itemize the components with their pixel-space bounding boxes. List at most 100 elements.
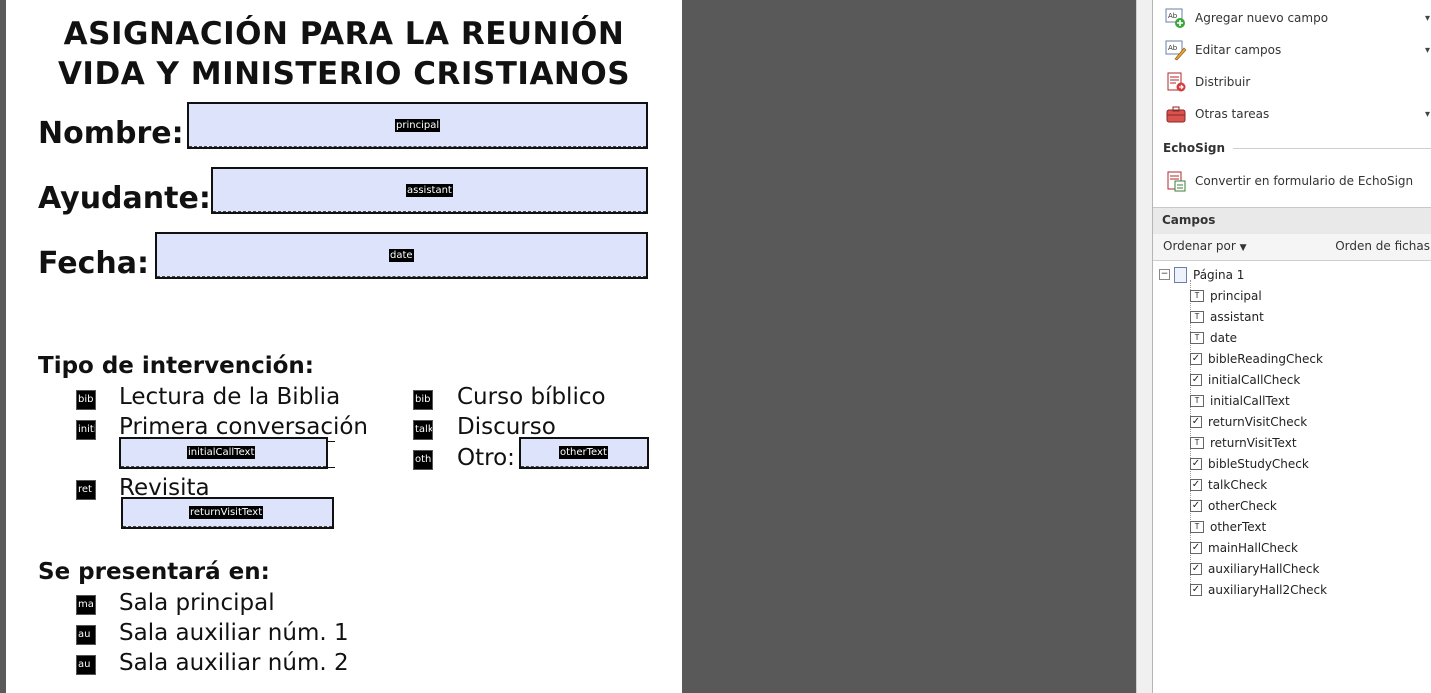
text-field-icon: T (1190, 520, 1204, 533)
bible-reading-option: Lectura de la Biblia (119, 384, 341, 410)
tree-field-label: otherCheck (1208, 498, 1277, 513)
tree-field-initialCallCheck[interactable]: ✓ initialCallCheck (1190, 369, 1300, 390)
add-field-chevron-icon: ▾ (1424, 12, 1430, 24)
return-visit-checkbox[interactable]: ret (76, 480, 96, 500)
campos-header[interactable]: Campos (1153, 207, 1431, 235)
checkbox-field-icon: ✓ (1190, 541, 1202, 554)
tree-field-label: bibleReadingCheck (1208, 351, 1323, 366)
initial-call-text-field[interactable]: initialCallText (119, 437, 328, 469)
other-tasks-task[interactable]: Otras tareas ▾ (1165, 101, 1430, 127)
sort-by-dropdown[interactable]: Ordenar por ▼ (1163, 239, 1247, 253)
tree-field-label: auxiliaryHall2Check (1208, 582, 1328, 597)
date-field-tag: date (389, 249, 414, 262)
tree-field-label: auxiliaryHallCheck (1208, 561, 1320, 576)
tree-field-label: initialCallCheck (1208, 372, 1301, 387)
initial-call-text-underline (119, 467, 335, 468)
return-visit-text-field[interactable]: returnVisitText (121, 497, 334, 529)
checkbox-field-icon: ✓ (1190, 499, 1202, 512)
checkbox-field-icon: ✓ (1190, 457, 1202, 470)
tree-field-talkCheck[interactable]: ✓ talkCheck (1190, 474, 1267, 495)
distribute-icon (1165, 71, 1187, 93)
aux-hall-1-checkbox[interactable]: au (76, 625, 96, 645)
tab-order-button[interactable]: Orden de fichas (1335, 239, 1430, 253)
sort-chevron-down-icon: ▼ (1239, 243, 1247, 253)
principal-field[interactable]: principal (187, 102, 648, 149)
tree-page-node[interactable]: − Página 1 (1159, 264, 1244, 285)
date-field[interactable]: date (155, 232, 648, 279)
bible-reading-checkbox[interactable]: bib (76, 390, 96, 410)
panel-splitter[interactable] (1136, 0, 1153, 693)
forms-tasks-panel: Ab Agregar nuevo campo ▾ Ab Editar campo… (1152, 0, 1431, 693)
tree-field-bibleStudyCheck[interactable]: ✓ bibleStudyCheck (1190, 453, 1309, 474)
aux-hall-1-check-tag: au (78, 629, 91, 640)
sort-by-label: Ordenar por (1163, 239, 1236, 253)
assistant-field[interactable]: assistant (211, 167, 648, 214)
bible-reading-check-tag: bib (78, 394, 94, 405)
aux-hall-1-option: Sala auxiliar núm. 1 (119, 620, 349, 646)
aux-hall-2-check-tag: au (78, 659, 91, 670)
add-field-task[interactable]: Ab Agregar nuevo campo ▾ (1165, 5, 1430, 31)
checkbox-field-icon: ✓ (1190, 373, 1202, 386)
tree-field-bibleReadingCheck[interactable]: ✓ bibleReadingCheck (1190, 348, 1323, 369)
bible-study-checkbox[interactable]: bib (413, 390, 433, 410)
name-label: Nombre: (38, 116, 184, 151)
echosign-convert-task[interactable]: Convertir en formulario de EchoSign (1165, 168, 1430, 194)
tree-field-label: assistant (1210, 309, 1264, 324)
edit-fields-icon: Ab (1165, 39, 1187, 61)
distribute-task[interactable]: Distribuir (1165, 69, 1430, 95)
date-label: Fecha: (38, 246, 150, 281)
tree-field-otherText[interactable]: TotherText (1190, 516, 1266, 537)
assistant-label: Ayudante: (38, 181, 211, 216)
text-field-icon: T (1190, 289, 1204, 302)
initial-call-check-tag: initi (78, 424, 96, 435)
tree-field-returnVisitText[interactable]: TreturnVisitText (1190, 432, 1297, 453)
collapse-icon[interactable]: − (1159, 269, 1170, 280)
text-field-icon: T (1190, 394, 1204, 407)
return-visit-check-tag: ret (78, 484, 92, 495)
page-node-label: Página 1 (1193, 267, 1245, 282)
tree-field-principal[interactable]: Tprincipal (1190, 285, 1262, 306)
svg-text:Ab: Ab (1168, 12, 1178, 20)
tree-field-label: otherText (1210, 519, 1267, 534)
presented-heading: Se presentará en: (38, 559, 270, 585)
tree-field-label: date (1210, 330, 1238, 345)
main-hall-checkbox[interactable]: ma (76, 595, 96, 615)
tree-field-label: talkCheck (1208, 477, 1268, 492)
initial-call-checkbox[interactable]: initi (76, 420, 96, 440)
aux-hall-2-checkbox[interactable]: au (76, 655, 96, 675)
tree-field-otherCheck[interactable]: ✓ otherCheck (1190, 495, 1277, 516)
other-checkbox[interactable]: oth (413, 450, 433, 470)
tree-field-initialCallText[interactable]: TinitialCallText (1190, 390, 1290, 411)
edit-fields-task[interactable]: Ab Editar campos ▾ (1165, 37, 1430, 63)
other-tasks-label: Otras tareas (1195, 107, 1270, 121)
pdf-page: ASIGNACIÓN PARA LA REUNIÓN VIDA Y MINIST… (6, 0, 682, 693)
tree-field-mainHallCheck[interactable]: ✓ mainHallCheck (1190, 537, 1298, 558)
other-text-field[interactable]: otherText (519, 437, 649, 469)
tree-field-label: initialCallText (1210, 393, 1290, 408)
tree-field-returnVisitCheck[interactable]: ✓ returnVisitCheck (1190, 411, 1307, 432)
tree-field-label: bibleStudyCheck (1208, 456, 1309, 471)
tree-field-auxiliaryHallCheck[interactable]: ✓ auxiliaryHallCheck (1190, 558, 1319, 579)
tree-field-label: principal (1210, 288, 1262, 303)
talk-checkbox[interactable]: talk (413, 420, 433, 440)
distribute-label: Distribuir (1195, 75, 1251, 89)
add-field-icon: Ab (1165, 7, 1187, 29)
edit-fields-chevron-icon: ▾ (1424, 44, 1430, 56)
viewer-background (682, 0, 1136, 693)
echosign-convert-label: Convertir en formulario de EchoSign (1195, 174, 1414, 188)
other-tasks-chevron-icon: ▾ (1424, 108, 1430, 120)
tree-field-assistant[interactable]: Tassistant (1190, 306, 1264, 327)
checkbox-field-icon: ✓ (1190, 415, 1202, 428)
other-text-tag: otherText (559, 446, 608, 459)
tree-field-auxiliaryHall2Check[interactable]: ✓ auxiliaryHall2Check (1190, 579, 1327, 600)
other-check-tag: oth (415, 454, 432, 465)
tree-field-date[interactable]: Tdate (1190, 327, 1237, 348)
bible-study-check-tag: bib (415, 394, 431, 405)
sort-toolbar: Ordenar por ▼ Orden de fichas (1153, 234, 1431, 261)
main-hall-option: Sala principal (119, 590, 275, 616)
briefcase-icon (1165, 103, 1187, 125)
part-type-heading: Tipo de intervención: (38, 353, 314, 379)
tree-field-label: returnVisitCheck (1208, 414, 1308, 429)
bible-study-option: Curso bíblico (457, 384, 606, 410)
tree-field-label: returnVisitText (1210, 435, 1297, 450)
